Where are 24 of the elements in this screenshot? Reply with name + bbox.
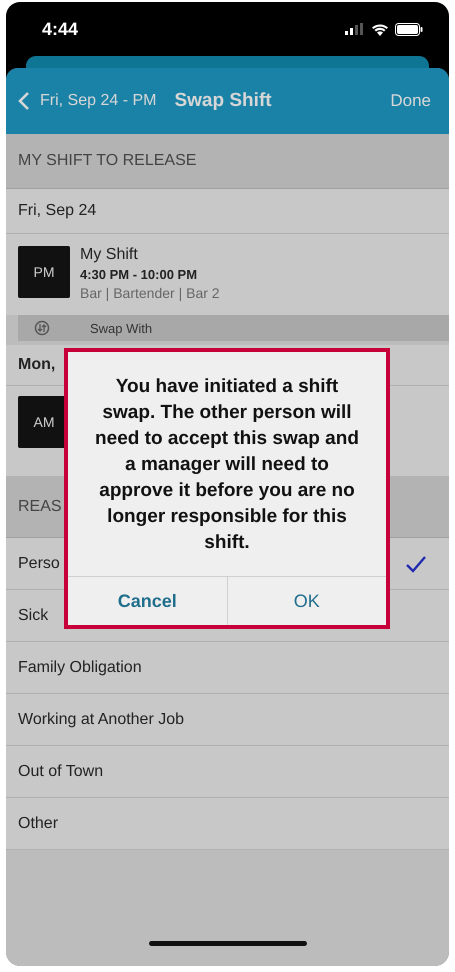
shift-date: Mon, — [18, 356, 56, 374]
reason-option[interactable]: Working at Another Job — [6, 694, 449, 746]
swap-icon — [34, 320, 50, 336]
dialog-button[interactable]: Cancel — [68, 577, 228, 625]
section-title: REAS — [18, 498, 62, 516]
reason-option[interactable]: Family Obligation — [6, 642, 449, 694]
shift-badge: PM — [18, 246, 70, 298]
shift-details: Bar | Bartender | Bar 2 — [80, 285, 220, 301]
dialog-message: You have initiated a shift swap. The other person will need to accept this swap and a manager will need to approve it before you are no longer responsible for this shift. — [94, 375, 360, 555]
status-time: 4:44 — [42, 18, 78, 40]
checkmark-icon — [405, 554, 427, 572]
signal-icon — [345, 23, 365, 35]
dialog-button[interactable]: OK — [228, 577, 386, 625]
shift-time: 4:30 PM - 10:00 PM — [80, 267, 198, 282]
reason-option[interactable]: Other — [6, 798, 449, 850]
wifi-icon — [371, 22, 389, 36]
screen-title: Swap Shift — [174, 90, 273, 112]
shift-name: My Shift — [80, 246, 139, 264]
chevron-left-icon — [18, 91, 30, 111]
section-title: MY SHIFT TO RELEASE — [18, 152, 196, 170]
reason-option[interactable]: Out of Town — [6, 746, 449, 798]
shift-date: Fri, Sep 24 — [18, 202, 96, 220]
battery-icon — [395, 22, 423, 36]
swap-label: Swap With — [90, 320, 152, 336]
